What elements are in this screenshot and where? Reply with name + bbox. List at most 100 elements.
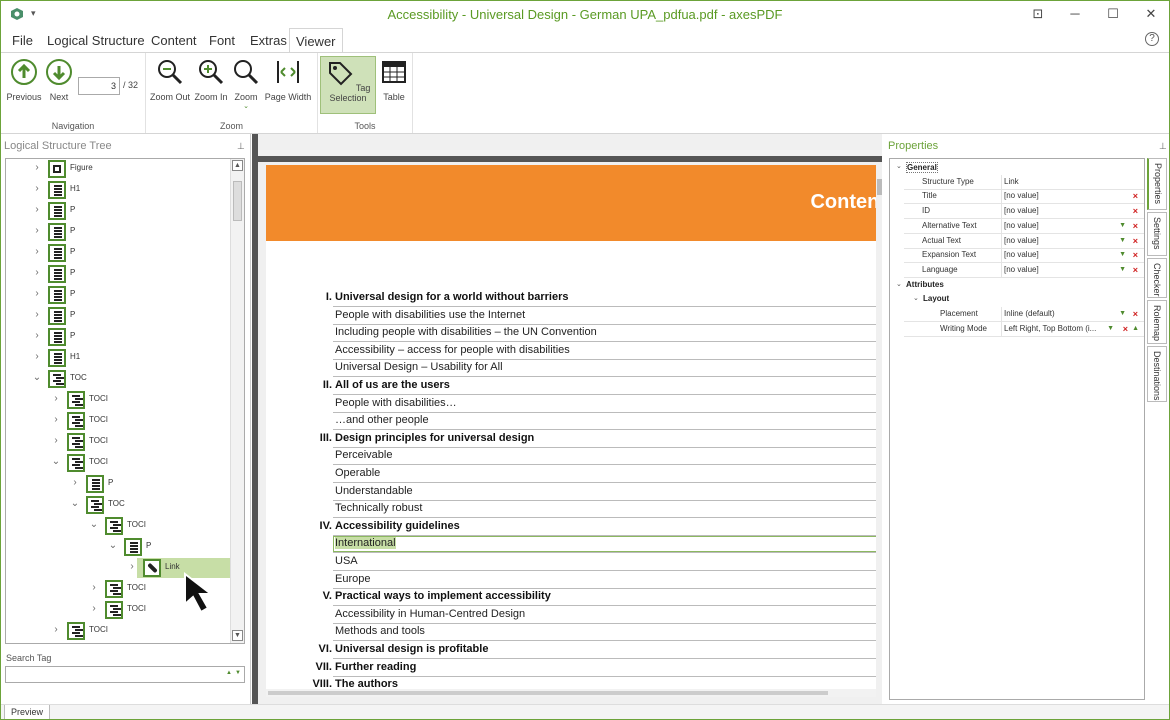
property-value[interactable]: [no value] xyxy=(1004,221,1114,230)
expand-chevron-icon[interactable]: › xyxy=(32,246,42,257)
page-number-input[interactable]: 3 xyxy=(78,77,120,95)
expand-chevron-icon[interactable]: › xyxy=(32,225,42,236)
value-dropdown-icon[interactable]: ▼ xyxy=(1107,325,1114,332)
clear-value-icon[interactable]: × xyxy=(1133,309,1138,319)
toc-entry[interactable]: Perceivable1 xyxy=(266,448,876,466)
toc-entry[interactable]: V. Practical ways to implement accessibil… xyxy=(266,589,876,607)
toc-entry[interactable]: Accessibility in Human-Centred Design2 xyxy=(266,607,876,624)
expand-chevron-icon[interactable]: › xyxy=(89,582,99,593)
tree-node-toci[interactable]: ⌄ TOCI xyxy=(6,453,230,473)
scroll-thumb[interactable] xyxy=(233,181,242,221)
tab-viewer[interactable]: Viewer xyxy=(289,28,343,53)
expand-chevron-icon[interactable]: › xyxy=(32,183,42,194)
zoom-dropdown-button[interactable]: Zoom ⌄ xyxy=(231,56,261,110)
expand-chevron-icon[interactable]: › xyxy=(51,624,61,635)
toc-entry[interactable]: Methods and tools2 xyxy=(266,624,876,642)
document-viewer[interactable]: Content I.Universal design for a world w… xyxy=(252,134,882,704)
pin-icon[interactable]: ⊥ xyxy=(237,141,245,152)
clear-value-icon[interactable]: × xyxy=(1133,265,1138,275)
category-collapse-icon[interactable]: ⌄ xyxy=(913,294,919,302)
property-value[interactable]: Inline (default) xyxy=(1004,309,1114,318)
property-row[interactable]: Expansion Text [no value] ▼ × xyxy=(890,248,1144,264)
tree-node-toc[interactable]: ⌄ TOC xyxy=(6,495,230,515)
expand-chevron-icon[interactable]: › xyxy=(127,561,137,572)
minimize-button[interactable]: ─ xyxy=(1065,5,1085,23)
value-up-icon[interactable]: ▲ xyxy=(1132,325,1139,332)
property-row[interactable]: ID [no value] × xyxy=(890,204,1144,220)
tree-node-p[interactable]: › P xyxy=(6,474,230,494)
property-value[interactable]: Link xyxy=(1004,177,1114,186)
scroll-down-icon[interactable]: ▼ xyxy=(232,630,243,641)
table-button[interactable]: Table xyxy=(378,56,410,102)
toc-entry[interactable]: VI.Universal design is profitable2 xyxy=(266,642,876,659)
expand-chevron-icon[interactable]: › xyxy=(32,330,42,341)
expand-chevron-icon[interactable]: › xyxy=(70,477,80,488)
previous-button[interactable]: Previous xyxy=(6,56,42,102)
property-value[interactable]: [no value] xyxy=(1004,191,1114,200)
toc-entry[interactable]: International1 xyxy=(266,536,876,554)
property-row[interactable]: Actual Text [no value] ▼ × xyxy=(890,233,1144,249)
close-button[interactable]: ✕ xyxy=(1141,5,1161,23)
property-value[interactable]: [no value] xyxy=(1004,236,1114,245)
expand-chevron-icon[interactable]: › xyxy=(89,603,99,614)
property-category[interactable]: ⌄ Layout xyxy=(890,292,1144,307)
expand-chevron-icon[interactable]: › xyxy=(32,351,42,362)
expand-chevron-icon[interactable]: › xyxy=(51,414,61,425)
maximize-button[interactable]: ☐ xyxy=(1103,5,1123,23)
collapse-chevron-icon[interactable]: ⌄ xyxy=(70,498,80,509)
zoom-out-button[interactable]: Zoom Out xyxy=(149,56,191,102)
tag-selection-button[interactable]: Tag Selection xyxy=(320,56,376,114)
tree-node-p[interactable]: › P xyxy=(6,264,230,284)
tree-node-p[interactable]: › P xyxy=(6,201,230,221)
toc-entry[interactable]: IV.Accessibility guidelines1 xyxy=(266,519,876,536)
document-scroll-thumb[interactable] xyxy=(877,179,882,195)
value-dropdown-icon[interactable]: ▼ xyxy=(1119,310,1126,317)
category-collapse-icon[interactable]: ⌄ xyxy=(896,280,902,288)
toc-entry[interactable]: Operable1 xyxy=(266,466,876,483)
tree-node-h1[interactable]: › H1 xyxy=(6,180,230,200)
tab-logical-structure[interactable]: Logical Structure xyxy=(41,28,151,53)
side-tab-rolemap[interactable]: Rolemap xyxy=(1147,300,1167,344)
side-tab-destinations[interactable]: Destinations xyxy=(1147,346,1167,402)
toc-entry[interactable]: …and other people xyxy=(266,413,876,431)
toc-entry[interactable]: III. Design principles for universal desi… xyxy=(266,431,876,448)
tree-node-p[interactable]: ⌄ P xyxy=(6,537,230,557)
toc-entry[interactable]: Accessibility – access for people with d… xyxy=(266,343,876,360)
property-category[interactable]: ⌄ General xyxy=(890,160,1144,175)
tab-file[interactable]: File xyxy=(6,28,39,53)
collapse-chevron-icon[interactable]: ⌄ xyxy=(32,372,42,383)
collapse-chevron-icon[interactable]: ⌄ xyxy=(89,519,99,530)
side-tab-properties[interactable]: Properties xyxy=(1147,158,1167,210)
expand-chevron-icon[interactable]: › xyxy=(32,288,42,299)
clear-value-icon[interactable]: × xyxy=(1133,236,1138,246)
tree-node-toci[interactable]: › TOCI xyxy=(6,390,230,410)
tree-node-toci[interactable]: › TOCI xyxy=(6,411,230,431)
toc-entry[interactable]: Universal Design – Usability for All xyxy=(266,360,876,378)
tree-node-p[interactable]: › P xyxy=(6,306,230,326)
tree-node-toc[interactable]: ⌄ TOC xyxy=(6,369,230,389)
toc-entry[interactable]: USA1 xyxy=(266,554,876,571)
restore-ribbon-button[interactable]: ⊡ xyxy=(1028,5,1048,23)
toc-entry[interactable]: II. All of us are the users xyxy=(266,378,876,395)
toc-entry[interactable]: Europe1 xyxy=(266,572,876,589)
clear-value-icon[interactable]: × xyxy=(1133,250,1138,260)
toc-entry[interactable]: Understandable1 xyxy=(266,484,876,501)
tree-node-toci[interactable]: › TOCI xyxy=(6,432,230,452)
document-hscrollbar[interactable] xyxy=(266,689,876,697)
collapse-chevron-icon[interactable]: ⌄ xyxy=(108,540,118,551)
preview-tab[interactable]: Preview xyxy=(4,705,51,719)
toc-entry[interactable]: People with disabilities use the Interne… xyxy=(266,308,876,325)
tree-node-toci[interactable]: › TOCI xyxy=(6,621,230,641)
document-hscroll-thumb[interactable] xyxy=(268,691,828,695)
scroll-up-icon[interactable]: ▲ xyxy=(232,160,243,171)
expand-chevron-icon[interactable]: › xyxy=(32,309,42,320)
property-row[interactable]: Alternative Text [no value] ▼ × xyxy=(890,218,1144,234)
tree-node-p[interactable]: › P xyxy=(6,222,230,242)
side-tab-settings[interactable]: Settings xyxy=(1147,212,1167,256)
tree-node-p[interactable]: › P xyxy=(6,327,230,347)
side-tab-checker[interactable]: Checker xyxy=(1147,258,1167,298)
tree-node-p[interactable]: › P xyxy=(6,285,230,305)
zoom-in-button[interactable]: Zoom In xyxy=(193,56,229,102)
expand-chevron-icon[interactable]: › xyxy=(32,267,42,278)
clear-value-icon[interactable]: × xyxy=(1123,324,1128,334)
